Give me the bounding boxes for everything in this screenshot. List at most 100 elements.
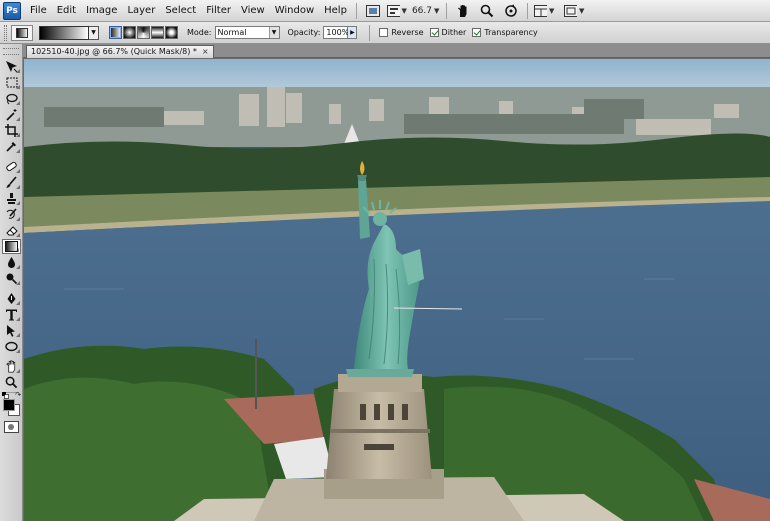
tools-panel-grip[interactable]: [3, 48, 19, 55]
menubar-separator: [527, 2, 529, 19]
angle-gradient-button[interactable]: [137, 26, 150, 39]
linear-gradient-button[interactable]: [109, 26, 122, 39]
blend-mode-select[interactable]: Normal ▼: [214, 26, 280, 39]
move-tool[interactable]: [2, 59, 21, 74]
hand-icon: [458, 4, 467, 17]
close-icon[interactable]: ×: [202, 46, 209, 58]
swap-colors-icon[interactable]: ↷: [15, 392, 21, 399]
document-canvas[interactable]: [24, 59, 770, 521]
mode-label: Mode:: [187, 28, 212, 37]
menu-bar: Ps File Edit Image Layer Select Filter V…: [0, 0, 770, 22]
eyedropper-tool[interactable]: [2, 139, 21, 154]
marquee-tool[interactable]: [2, 75, 21, 90]
tool-preset-picker[interactable]: [11, 24, 33, 41]
type-icon: [6, 309, 17, 321]
path-selection-tool[interactable]: [2, 323, 21, 338]
zoom-icon: [481, 4, 494, 17]
chevron-down-icon: ▼: [401, 6, 407, 15]
default-colors-icon[interactable]: [2, 392, 9, 399]
arrange-documents-button[interactable]: ▼: [534, 2, 554, 20]
menu-select[interactable]: Select: [160, 0, 201, 22]
menu-view[interactable]: View: [236, 0, 270, 22]
healing-brush-tool[interactable]: [2, 159, 21, 174]
hand-tool[interactable]: [2, 359, 21, 374]
opacity-slider-toggle[interactable]: ▶: [348, 26, 358, 39]
droplet-icon: [8, 257, 15, 268]
menu-layer[interactable]: Layer: [122, 0, 160, 22]
brush-tool[interactable]: [2, 175, 21, 190]
photoshop-logo[interactable]: Ps: [3, 1, 21, 20]
chevron-down-icon: ▼: [268, 27, 279, 38]
blur-tool[interactable]: [2, 255, 21, 270]
transparency-checkbox-box[interactable]: [472, 28, 482, 37]
type-tool[interactable]: [2, 307, 21, 322]
menu-help[interactable]: Help: [319, 0, 352, 22]
dither-checkbox[interactable]: Dither: [429, 28, 467, 37]
transparency-checkbox[interactable]: Transparency: [472, 28, 538, 37]
hand-tool-button[interactable]: [453, 2, 473, 20]
diamond-gradient-button[interactable]: [165, 26, 178, 39]
menu-edit[interactable]: Edit: [52, 0, 81, 22]
reflected-gradient-button[interactable]: [151, 26, 164, 39]
radial-gradient-button[interactable]: [123, 26, 136, 39]
quick-selection-tool[interactable]: [2, 107, 21, 122]
shape-tool[interactable]: [2, 339, 21, 354]
gradient-tool[interactable]: [2, 239, 21, 254]
screen-mode-button[interactable]: ▼: [564, 2, 584, 20]
options-bar-grip[interactable]: [4, 24, 7, 41]
zoom-level-dropdown[interactable]: 66.7 ▼: [409, 6, 442, 16]
pen-tool[interactable]: [2, 291, 21, 306]
menubar-separator: [355, 2, 357, 19]
dither-checkbox-box[interactable]: [429, 28, 439, 37]
chevron-down-icon: ▼: [433, 6, 440, 15]
quick-mask-mode-button[interactable]: [4, 421, 19, 433]
brush-icon: [6, 176, 17, 188]
gradient-picker-dropdown[interactable]: ▼: [89, 25, 99, 40]
foreground-color-swatch[interactable]: [3, 399, 15, 411]
reverse-checkbox[interactable]: Reverse: [379, 28, 424, 37]
zoom-level-value: 66.7: [411, 5, 432, 16]
eraser-tool[interactable]: [2, 223, 21, 238]
chevron-down-icon: ▼: [578, 6, 585, 15]
gradient-editor-swatch[interactable]: [39, 25, 89, 40]
dither-label: Dither: [441, 28, 467, 37]
rotate-view-button[interactable]: [501, 2, 521, 20]
dodge-tool[interactable]: [2, 271, 21, 286]
tools-panel: ↷: [0, 44, 23, 521]
rotate-view-icon: [505, 4, 518, 17]
crop-tool[interactable]: [2, 123, 21, 138]
lasso-tool[interactable]: [2, 91, 21, 106]
opacity-input[interactable]: 100%: [323, 26, 349, 39]
opacity-label: Opacity:: [287, 28, 321, 37]
transparency-label: Transparency: [484, 28, 538, 37]
chevron-down-icon: ▼: [91, 29, 96, 36]
pen-icon: [7, 293, 16, 304]
clone-stamp-tool[interactable]: [2, 191, 21, 206]
history-brush-tool[interactable]: [2, 207, 21, 222]
menu-window[interactable]: Window: [270, 0, 319, 22]
menu-filter[interactable]: Filter: [201, 0, 236, 22]
dodge-icon: [6, 273, 18, 285]
reverse-label: Reverse: [391, 28, 424, 37]
launch-bridge-button[interactable]: [363, 2, 383, 20]
eyedropper-icon: [6, 142, 16, 152]
chevron-down-icon: ▼: [548, 6, 555, 15]
bandage-icon: [6, 161, 17, 172]
marquee-icon: [6, 77, 17, 88]
screen-mode-icon: [564, 4, 577, 17]
ellipse-shape-icon: [5, 341, 18, 352]
zoom-tool[interactable]: [2, 375, 21, 390]
menu-file[interactable]: File: [25, 0, 52, 22]
document-tab-bar: 102510-40.jpg @ 66.7% (Quick Mask/8) * ×: [23, 44, 770, 58]
bridge-icon: [365, 4, 380, 17]
view-extras-icon: [386, 4, 400, 17]
photo-statue-of-liberty: [24, 59, 770, 521]
stamp-icon: [7, 193, 16, 204]
options-separator: [369, 24, 371, 41]
document-tab[interactable]: 102510-40.jpg @ 66.7% (Quick Mask/8) * ×: [26, 45, 214, 58]
move-icon: [6, 61, 18, 73]
menu-image[interactable]: Image: [81, 0, 122, 22]
zoom-tool-button[interactable]: [477, 2, 497, 20]
reverse-checkbox-box[interactable]: [379, 28, 389, 37]
view-extras-button[interactable]: ▼: [386, 2, 407, 20]
